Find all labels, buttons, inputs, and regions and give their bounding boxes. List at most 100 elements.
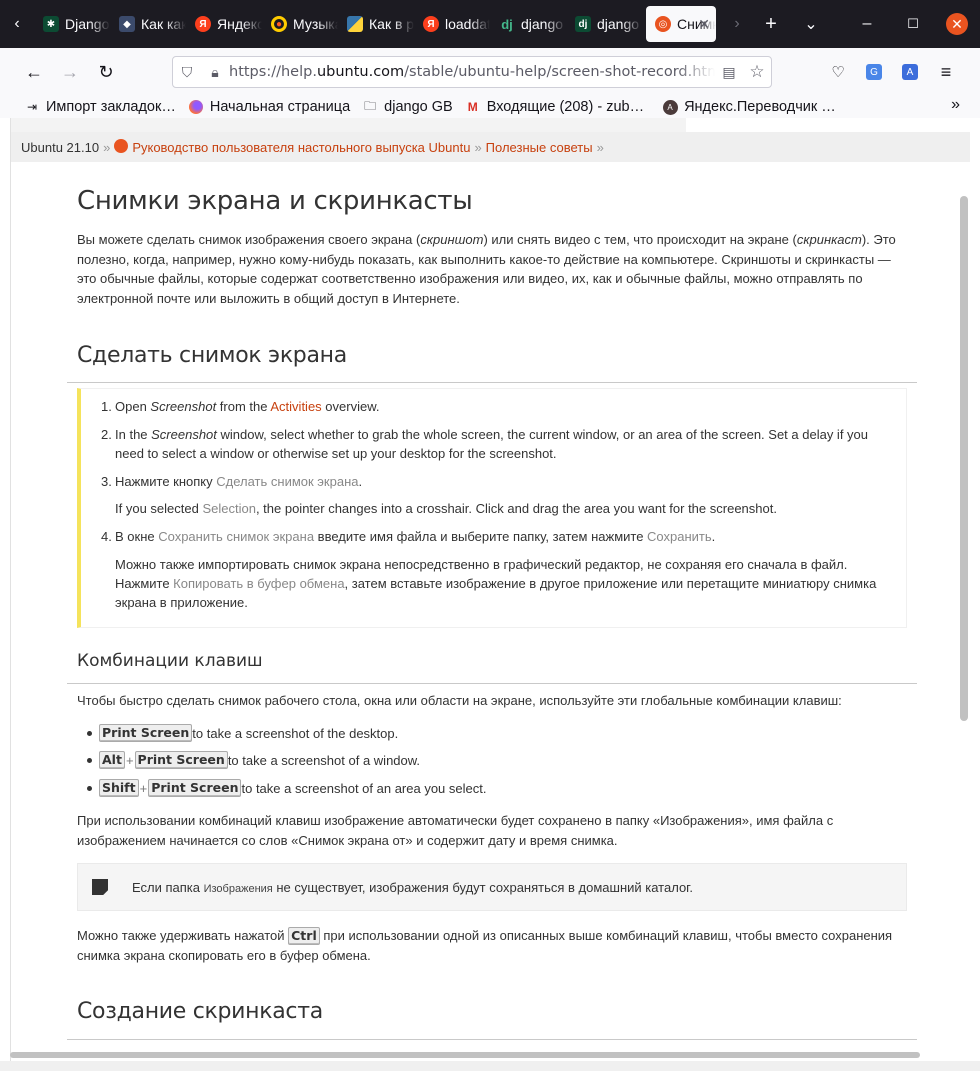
tab-0[interactable]: ✱ Django [34, 6, 110, 42]
bookmark-translator[interactable]: A Яндекс.Переводчик … [656, 99, 842, 115]
tab-5[interactable]: Я loaddata [414, 6, 490, 42]
shortcut-item: Shift + Print Screen to take a screenshot … [86, 779, 486, 797]
breadcrumb-version: Ubuntu 21.10 [21, 139, 100, 155]
page-viewport: Ubuntu 21.10 » Руководство пользователя … [10, 118, 970, 1063]
tab-strip: ‹ ✱ Django ◆ Как как Я Яндекс ● Музыка К… [0, 0, 980, 48]
lock-icon[interactable]: 🔒︎ [201, 64, 229, 81]
alt-key: Alt [99, 751, 125, 769]
divider [67, 382, 917, 383]
divider [67, 683, 917, 684]
bookmark-label: Яндекс.Переводчик … [684, 99, 836, 115]
forward-icon[interactable]: → [52, 56, 88, 88]
tab-scroll-left-icon[interactable]: ‹ [0, 0, 34, 48]
breadcrumb-section-link[interactable]: Полезные советы [486, 140, 593, 155]
section-title-screencast: Создание скринкаста [77, 999, 323, 1024]
tab-7[interactable]: dj django [566, 6, 642, 42]
reader-view-icon[interactable]: ▤ [715, 64, 743, 81]
bookmark-folder-django[interactable]: 🗀 django GB [356, 98, 459, 116]
url-bar[interactable]: ⛉ 🔒︎ https://help.ubuntu.com/stable/ubun… [172, 56, 772, 88]
tab-title: Как как [141, 16, 186, 32]
tab-3[interactable]: ● Музыка [262, 6, 338, 42]
navigation-toolbar: ← → ↻ ⛉ 🔒︎ https://help.ubuntu.com/stabl… [0, 48, 980, 96]
print-screen-key: Print Screen [148, 779, 242, 797]
tab-8-active[interactable]: ◎ Снимки ✕ [646, 6, 716, 42]
url-domain: ubuntu.com [316, 64, 405, 80]
tab-title: Django [65, 16, 110, 32]
minimize-icon[interactable]: – [844, 0, 890, 48]
django-dj-icon: dj [501, 16, 513, 32]
shortcuts-intro: Чтобы быстро сделать снимок рабочего сто… [77, 693, 842, 708]
gmail-icon: M [467, 100, 478, 114]
reload-icon[interactable]: ↻ [88, 56, 124, 88]
shift-key: Shift [99, 779, 139, 797]
close-tab-icon[interactable]: ✕ [698, 16, 710, 33]
list-all-tabs-icon[interactable]: ⌄ [794, 0, 828, 48]
tab-4[interactable]: Как в python [338, 6, 414, 42]
bookmark-gmail[interactable]: M Входящие (208) - zub… [459, 99, 650, 115]
vertical-scrollbar[interactable] [960, 196, 968, 721]
tab-6[interactable]: dj django [490, 6, 566, 42]
tab-title: loaddata [445, 16, 490, 32]
print-screen-key: Print Screen [99, 724, 193, 742]
import-icon: ⇥ [26, 100, 38, 114]
bookmark-label: django GB [384, 99, 453, 115]
horizontal-scrollbar[interactable] [10, 1052, 920, 1058]
autosave-paragraph: При использовании комбинаций клавиш изоб… [77, 813, 834, 848]
shortcut-item: Alt + Print Screen to take a screenshot of… [86, 751, 420, 769]
yandex-icon: Я [423, 16, 439, 32]
steps-box: 1. Open Screenshot from the Activities o… [77, 388, 907, 628]
folder-icon: 🗀 [364, 98, 377, 113]
tab-title: Музыка [293, 16, 338, 32]
window-close-icon[interactable]: ✕ [946, 13, 968, 35]
url-path: /stable/ubuntu-help/screen-shot-record.h… [404, 64, 715, 80]
menu-icon[interactable]: ≡ [928, 56, 964, 88]
django-dj-icon: dj [575, 16, 591, 32]
python-icon [347, 16, 363, 32]
shortcut-item: Print Screen to take a screenshot of the… [86, 724, 398, 742]
section-title-shortcuts: Комбинации клавиш [77, 651, 263, 671]
more-bookmarks-icon[interactable]: » [951, 96, 960, 114]
ctrl-key: Ctrl [288, 927, 320, 945]
activities-link[interactable]: Activities [270, 399, 321, 414]
translate-extension-icon[interactable]: G [856, 56, 892, 88]
bookmark-import[interactable]: ⇥ Импорт закладок… [18, 99, 182, 115]
tab-title: django [521, 16, 564, 32]
divider [67, 1039, 917, 1040]
bookmark-label: Входящие (208) - zub… [486, 99, 645, 115]
music-icon: ● [271, 16, 287, 32]
maximize-icon[interactable]: ☐ [890, 0, 936, 48]
tab-1[interactable]: ◆ Как как [110, 6, 186, 42]
breadcrumb: Ubuntu 21.10 » Руководство пользователя … [11, 132, 970, 162]
print-screen-key: Print Screen [134, 751, 228, 769]
bookmark-star-icon[interactable]: ☆ [743, 62, 771, 82]
bookmark-home[interactable]: Начальная страница [182, 99, 356, 115]
back-icon[interactable]: ← [16, 56, 52, 88]
ubuntu-logo-icon [114, 139, 129, 153]
bookmark-label: Импорт закладок… [46, 99, 176, 115]
pocket-icon[interactable]: ♡ [820, 56, 856, 88]
ctrl-paragraph: Можно также удерживать нажатой Ctrl при … [77, 927, 893, 963]
section-title-screenshot: Сделать снимок экрана [77, 343, 347, 368]
note-icon [92, 879, 108, 895]
note-box: Если папка Изображения не существует, из… [77, 863, 907, 911]
url-prefix: https://help. [229, 64, 317, 80]
translate-icon: A [662, 99, 678, 115]
url-text[interactable]: https://help.ubuntu.com/stable/ubuntu-he… [229, 64, 715, 80]
breadcrumb-guide-link[interactable]: Руководство пользователя настольного вып… [132, 140, 470, 155]
page-title: Снимки экрана и скринкасты [77, 186, 473, 216]
firefox-icon [188, 99, 204, 115]
tracking-protection-icon[interactable]: ⛉ [173, 64, 201, 81]
tab-scroll-right-icon[interactable]: › [720, 0, 754, 48]
ubuntu-icon: ◎ [655, 16, 671, 32]
tab-2[interactable]: Я Яндекс [186, 6, 262, 42]
django-docs-icon: ✱ [43, 16, 59, 32]
tab-title: django [597, 16, 640, 32]
generic-site-icon: ◆ [119, 16, 135, 32]
translator-extension-icon[interactable]: A [892, 56, 928, 88]
tab-title: Снимки [677, 16, 716, 32]
bookmark-label: Начальная страница [209, 99, 351, 115]
intro-paragraph: Вы можете сделать снимок изображения сво… [77, 232, 896, 306]
tab-title: Как в python [369, 16, 414, 32]
tab-title: Яндекс [217, 16, 262, 32]
new-tab-icon[interactable]: + [754, 0, 788, 48]
